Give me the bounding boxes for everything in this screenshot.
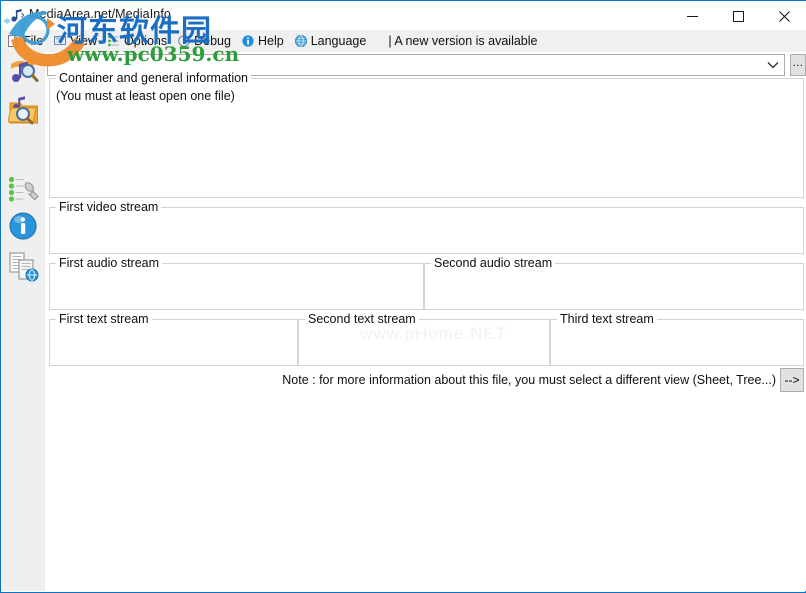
group-text1-title: First text stream xyxy=(56,312,152,326)
group-audio1-title: First audio stream xyxy=(56,256,163,270)
browse-button[interactable]: ... xyxy=(790,54,806,76)
application-window: MediaArea.net/MediaInfo File View Option… xyxy=(0,0,806,593)
menu-item-file-label: File xyxy=(23,34,44,48)
close-icon xyxy=(778,10,790,22)
menu-item-view[interactable]: View xyxy=(49,30,103,52)
group-video1-title: First video stream xyxy=(56,200,162,214)
menu-item-help-label: Help xyxy=(257,34,284,48)
folder-magnifier-icon xyxy=(7,96,38,125)
note-row: Note : for more information about this f… xyxy=(49,368,804,396)
menu-item-options-label: Options xyxy=(124,34,168,48)
group-text3-title: Third text stream xyxy=(557,312,657,326)
export-report-button[interactable] xyxy=(8,250,40,282)
minimize-icon xyxy=(686,15,698,17)
menu-item-language-label: Language xyxy=(310,34,367,48)
document-export-icon xyxy=(9,252,39,282)
group-container-title: Container and general information xyxy=(56,71,252,85)
about-button[interactable] xyxy=(8,210,40,242)
debug-icon xyxy=(178,35,190,47)
chevron-down-icon[interactable] xyxy=(764,55,782,75)
options-icon xyxy=(108,35,119,47)
note-text: Note : for more information about this f… xyxy=(282,373,776,387)
group-second-audio-stream: Second audio stream xyxy=(424,256,804,310)
view-icon xyxy=(54,36,67,45)
group-first-audio-stream: First audio stream xyxy=(49,256,424,310)
mediainfo-app-icon xyxy=(9,8,25,24)
language-globe-icon xyxy=(294,35,307,47)
window-title: MediaArea.net/MediaInfo xyxy=(29,7,171,21)
group-first-video-stream: First video stream xyxy=(49,200,804,254)
menu-item-file[interactable]: File xyxy=(2,30,49,52)
options-button[interactable] xyxy=(8,175,40,207)
main-content: ... Container and general information (Y… xyxy=(45,52,806,591)
menu-item-language[interactable]: Language xyxy=(290,30,373,52)
menu-item-options[interactable]: Options xyxy=(103,30,173,52)
menu-bar: File View Options Debug Help Language | … xyxy=(2,30,806,53)
help-info-icon xyxy=(242,35,254,47)
minimize-button[interactable] xyxy=(669,1,715,31)
file-icon xyxy=(8,35,18,47)
menu-item-debug-label: Debug xyxy=(194,34,231,48)
music-note-magnifier-icon xyxy=(11,60,39,82)
menu-item-debug[interactable]: Debug xyxy=(173,30,237,52)
open-folder-button[interactable] xyxy=(7,95,40,127)
wrench-settings-icon xyxy=(8,176,39,202)
group-first-text-stream: First text stream xyxy=(49,312,298,366)
maximize-icon xyxy=(732,10,744,22)
group-audio2-title: Second audio stream xyxy=(431,256,556,270)
open-file-button[interactable] xyxy=(8,55,40,87)
group-third-text-stream: Third text stream xyxy=(550,312,804,366)
switch-view-button[interactable]: --> xyxy=(780,368,804,392)
group-second-text-stream: Second text stream xyxy=(298,312,550,366)
new-version-notice[interactable]: | A new version is available xyxy=(388,34,537,48)
sidebar-toolbar xyxy=(2,52,45,591)
menu-item-view-label: View xyxy=(70,34,98,48)
group-container-general-information: Container and general information (You m… xyxy=(49,71,804,198)
menu-item-help[interactable]: Help xyxy=(237,30,290,52)
title-bar: MediaArea.net/MediaInfo xyxy=(1,0,806,30)
group-container-body: (You must at least open one file) xyxy=(56,89,235,103)
maximize-button[interactable] xyxy=(715,1,761,31)
close-button[interactable] xyxy=(761,1,806,31)
blue-info-circle-icon xyxy=(9,212,37,240)
group-text2-title: Second text stream xyxy=(305,312,419,326)
